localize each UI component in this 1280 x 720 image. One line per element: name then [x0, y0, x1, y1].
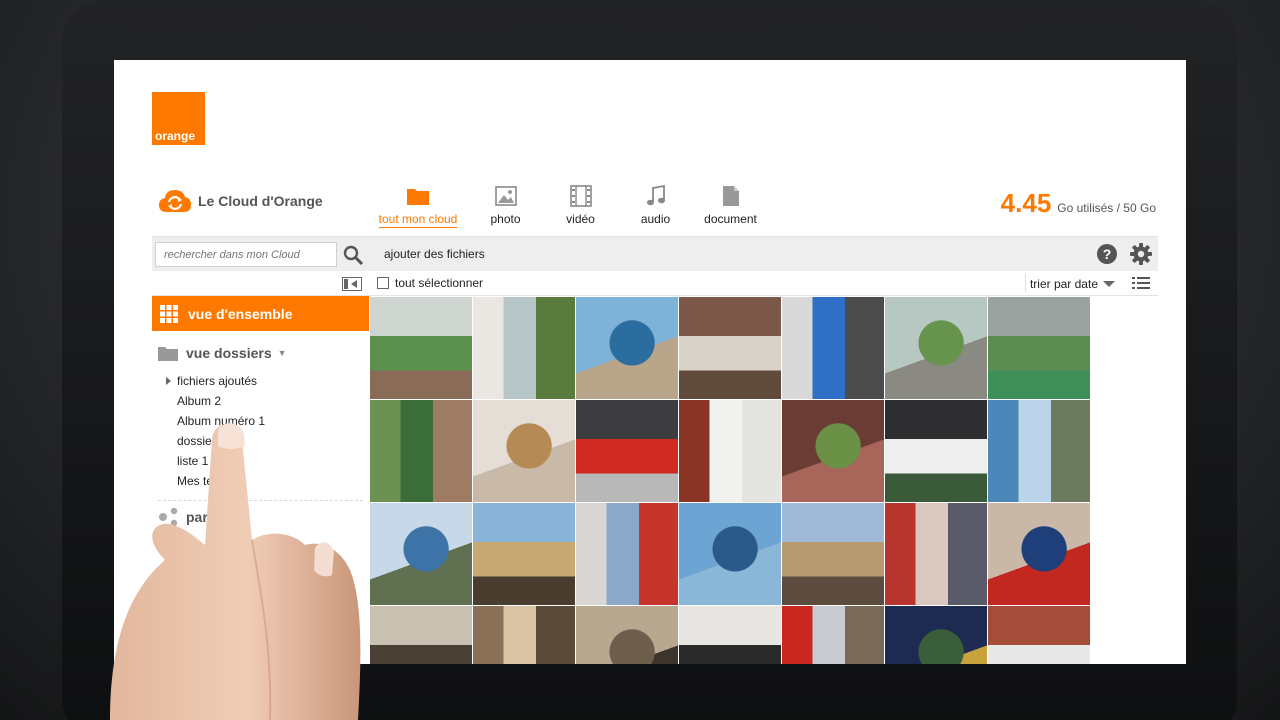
- sidebar-item-overview[interactable]: vue d'ensemble: [152, 296, 369, 331]
- chevron-down-icon: [1103, 281, 1115, 287]
- photo-thumbnail-shopfront[interactable]: [988, 503, 1090, 605]
- photo-thumbnail-window-brick[interactable]: [988, 606, 1090, 664]
- toolbar: ajouter des fichiers ?: [152, 236, 1158, 271]
- tab-label: tout mon cloud: [378, 212, 458, 228]
- photo-thumbnail-red-bus[interactable]: [782, 606, 884, 664]
- photo-thumbnail-red-sculpture[interactable]: [885, 503, 987, 605]
- photo-thumbnail-street-trees[interactable]: [885, 297, 987, 399]
- orange-logo[interactable]: orange: [152, 92, 205, 145]
- storage-usage: 4.45 Go utilisés / 50 Go: [1001, 188, 1156, 219]
- folder-item[interactable]: Mes tes...: [177, 471, 369, 491]
- photo-thumbnail-lake-hills[interactable]: [370, 503, 472, 605]
- tab-audio[interactable]: audio: [618, 184, 693, 228]
- search-icon[interactable]: [342, 244, 364, 266]
- photo-thumbnail-sandstone[interactable]: [473, 606, 575, 664]
- photo-thumbnail-coast-town[interactable]: [576, 297, 678, 399]
- photo-thumbnail-stone-wall[interactable]: [576, 606, 678, 664]
- photo-thumbnail-white-door[interactable]: [679, 400, 781, 502]
- tab-all-cloud[interactable]: tout mon cloud: [376, 184, 460, 228]
- sidebar-item-label: ...rbe...: [186, 543, 232, 559]
- folder-list: fichiers ajoutés Album 2 Album numéro 1 …: [152, 371, 369, 491]
- sidebar-item-folders[interactable]: vue dossiers ▼: [152, 339, 369, 367]
- photo-thumbnail-wooden-door[interactable]: [473, 400, 575, 502]
- sidebar-item-share[interactable]: parta...: [152, 501, 369, 533]
- photo-thumbnail-red-brick-door[interactable]: [782, 400, 884, 502]
- app-name: Le Cloud d'Orange: [198, 193, 323, 209]
- photo-thumbnail-house-garden[interactable]: [370, 297, 472, 399]
- category-tabs: tout mon cloud photo vidéo audio documen…: [376, 184, 768, 228]
- cloud-sync-icon: [159, 190, 191, 212]
- music-note-icon: [646, 185, 665, 206]
- tab-label: audio: [640, 212, 671, 226]
- select-all-checkbox[interactable]: tout sélectionner: [377, 276, 483, 290]
- photo-thumbnail-old-town[interactable]: [782, 503, 884, 605]
- folder-item[interactable]: dossier ...ue: [177, 431, 369, 451]
- tab-photo[interactable]: photo: [468, 184, 543, 228]
- photo-thumbnail-pub-sign[interactable]: [885, 606, 987, 664]
- photo-thumbnail-kilt-legs[interactable]: [885, 400, 987, 502]
- search-input[interactable]: [155, 242, 337, 267]
- photo-thumbnail-piper[interactable]: [679, 606, 781, 664]
- storage-label: Go utilisés / 50 Go: [1057, 201, 1156, 215]
- photo-thumbnail-ivy-wall[interactable]: [370, 400, 472, 502]
- sidebar-item-trash[interactable]: ...rbe...: [152, 533, 369, 569]
- photo-thumbnail-ship-harbor[interactable]: [576, 503, 678, 605]
- photo-thumbnail-blue-panels[interactable]: [679, 503, 781, 605]
- folder-icon: [407, 189, 429, 205]
- help-icon[interactable]: ?: [1096, 243, 1118, 265]
- photo-thumbnail-white-house-palm[interactable]: [473, 297, 575, 399]
- photo-thumbnail-lake-blue[interactable]: [988, 400, 1090, 502]
- document-icon: [722, 186, 739, 206]
- list-view-icon[interactable]: [1132, 276, 1150, 291]
- image-icon: [494, 186, 517, 206]
- svg-text:?: ?: [1103, 246, 1112, 262]
- sidebar: vue d'ensemble vue dossiers ▼ fichiers a…: [152, 296, 369, 664]
- sort-divider: [1025, 274, 1026, 292]
- folder-item[interactable]: Album 2: [177, 391, 369, 411]
- selection-bar: tout sélectionner trier par date: [152, 271, 1158, 296]
- select-all-label: tout sélectionner: [395, 276, 484, 290]
- storage-used-value: 4.45: [1000, 188, 1052, 218]
- tab-label: photo: [490, 212, 521, 226]
- sidebar-item-label: parta...: [186, 509, 232, 525]
- tab-label: vidéo: [566, 212, 595, 226]
- film-icon: [569, 185, 592, 207]
- add-files-button[interactable]: ajouter des fichiers: [374, 237, 495, 272]
- caret-down-icon: ▼: [277, 348, 287, 358]
- photo-thumbnail-ornament-statue[interactable]: [782, 297, 884, 399]
- photo-thumbnail-red-mailbox[interactable]: [576, 400, 678, 502]
- folder-icon: [158, 347, 178, 361]
- sort-label: trier par date: [1029, 277, 1098, 291]
- cloud-app-screen: orange Le Cloud d'Orange tout mon cloud: [114, 60, 1186, 664]
- folder-item[interactable]: fichiers ajoutés: [166, 371, 369, 391]
- app-brand: Le Cloud d'Orange: [158, 188, 323, 214]
- photo-grid: [370, 297, 1094, 664]
- photo-thumbnail-stone-building[interactable]: [473, 503, 575, 605]
- sidebar-item-label: vue d'ensemble: [188, 305, 293, 322]
- photo-thumbnail-green-shed[interactable]: [988, 297, 1090, 399]
- tab-video[interactable]: vidéo: [543, 184, 618, 228]
- folder-item[interactable]: Album numéro 1: [177, 411, 369, 431]
- checkbox-box: [377, 277, 389, 289]
- logo-text: orange: [155, 129, 196, 143]
- collapse-panel-icon[interactable]: [342, 277, 362, 291]
- tab-label: document: [704, 212, 757, 226]
- gear-icon[interactable]: [1130, 243, 1152, 265]
- share-icon: [159, 507, 178, 527]
- sidebar-item-label: vue dossiers: [186, 345, 272, 361]
- folder-item[interactable]: liste 1: [177, 451, 369, 471]
- tab-document[interactable]: document: [693, 184, 768, 228]
- grid-icon: [160, 304, 178, 323]
- photo-thumbnail-brick-doorway[interactable]: [679, 297, 781, 399]
- photo-thumbnail-windows-row[interactable]: [370, 606, 472, 664]
- sort-dropdown[interactable]: trier par date: [1030, 277, 1116, 291]
